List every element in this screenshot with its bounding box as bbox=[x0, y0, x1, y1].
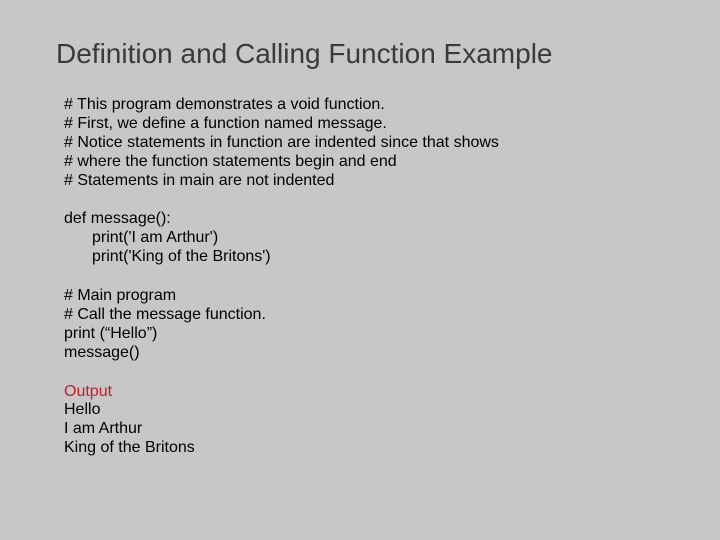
comment-line: # First, we define a function named mess… bbox=[64, 115, 692, 134]
function-def-block: def message(): print('I am Arthur') prin… bbox=[64, 210, 692, 267]
comment-line: # Main program bbox=[64, 287, 692, 306]
slide-title: Definition and Calling Function Example bbox=[56, 38, 692, 70]
comment-line: # Statements in main are not indented bbox=[64, 172, 692, 191]
comment-line: # Notice statements in function are inde… bbox=[64, 134, 692, 153]
output-line: King of the Britons bbox=[64, 439, 692, 458]
slide: Definition and Calling Function Example … bbox=[0, 0, 720, 540]
func-body-line: print('King of the Britons') bbox=[92, 248, 692, 267]
func-body-line: print('I am Arthur') bbox=[92, 229, 692, 248]
def-line: def message(): bbox=[64, 210, 692, 229]
output-block: Output Hello I am Arthur King of the Bri… bbox=[64, 383, 692, 459]
output-line: Hello bbox=[64, 401, 692, 420]
comment-line: # Call the message function. bbox=[64, 306, 692, 325]
output-label: Output bbox=[64, 383, 692, 402]
main-block: # Main program # Call the message functi… bbox=[64, 287, 692, 363]
comment-line: # where the function statements begin an… bbox=[64, 153, 692, 172]
main-stmt-line: message() bbox=[64, 344, 692, 363]
output-line: I am Arthur bbox=[64, 420, 692, 439]
main-stmt-line: print (“Hello”) bbox=[64, 325, 692, 344]
comment-block: # This program demonstrates a void funct… bbox=[64, 96, 692, 190]
comment-line: # This program demonstrates a void funct… bbox=[64, 96, 692, 115]
